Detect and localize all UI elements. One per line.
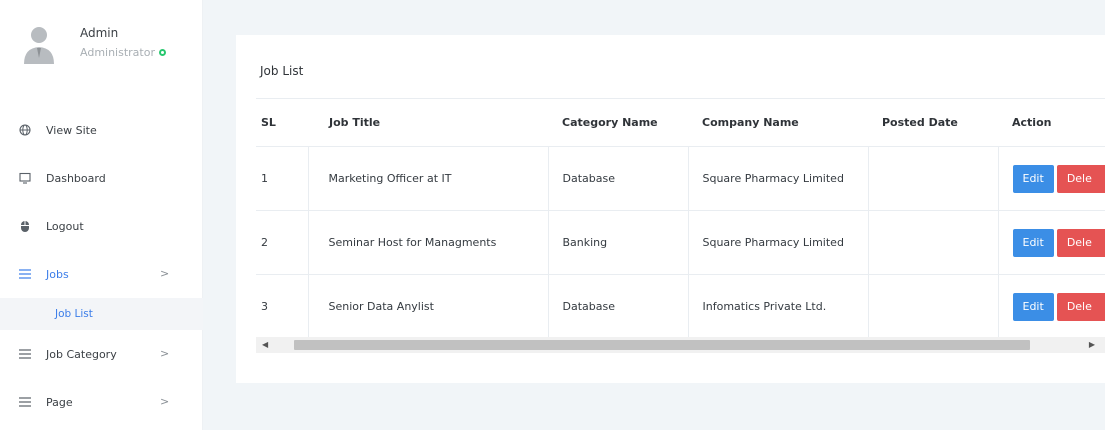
- column-header-company: Company Name: [688, 98, 868, 147]
- user-role-text: Administrator: [80, 46, 155, 59]
- globe-icon: [18, 123, 32, 137]
- cell-sl: 2: [256, 210, 308, 275]
- user-block: Admin Administrator: [22, 20, 202, 80]
- cell-category: Database: [547, 274, 688, 339]
- cell-action: Edit Dele: [997, 146, 1105, 211]
- cell-company: Square Pharmacy Limited: [687, 210, 868, 275]
- sidebar-item-jobs[interactable]: Jobs >: [0, 250, 203, 298]
- sidebar-item-dashboard[interactable]: Dashboard: [0, 154, 203, 202]
- mouse-icon: [18, 219, 32, 233]
- card-title: Job List: [260, 64, 304, 78]
- cell-posted-date: [867, 274, 998, 339]
- scrollbar-thumb[interactable]: [294, 340, 1030, 350]
- sidebar: Admin Administrator View Site Dashboard …: [0, 0, 203, 430]
- cell-job-title: Marketing Officer at IT: [307, 146, 548, 211]
- cell-company: Square Pharmacy Limited: [687, 146, 868, 211]
- online-status-icon: [159, 49, 166, 56]
- sidebar-item-label: View Site: [46, 123, 97, 137]
- list-icon: [18, 395, 32, 409]
- cell-category: Database: [547, 146, 688, 211]
- delete-button[interactable]: Dele: [1056, 228, 1105, 257]
- scroll-left-arrow-icon[interactable]: ◀: [262, 340, 268, 349]
- user-role: Administrator: [80, 46, 166, 59]
- sidebar-item-job-category[interactable]: Job Category >: [0, 330, 203, 378]
- sidebar-item-label: Logout: [46, 219, 84, 233]
- sidebar-item-label: Job Category: [46, 347, 117, 361]
- monitor-icon: [18, 171, 32, 185]
- cell-posted-date: [867, 146, 998, 211]
- chevron-right-icon: >: [160, 347, 170, 360]
- column-header-action: Action: [998, 98, 1105, 147]
- delete-button[interactable]: Dele: [1056, 164, 1105, 193]
- edit-button[interactable]: Edit: [1012, 228, 1054, 257]
- job-list-card: Job List SL Job Title Category Name Comp…: [236, 35, 1105, 383]
- table-row: 2 Seminar Host for Managments Banking Sq…: [256, 210, 1105, 275]
- cell-action: Edit Dele: [997, 274, 1105, 339]
- cell-job-title: Seminar Host for Managments: [307, 210, 548, 275]
- user-name: Admin: [80, 26, 119, 40]
- scroll-right-arrow-icon[interactable]: ▶: [1089, 340, 1095, 349]
- cell-action: Edit Dele: [997, 210, 1105, 275]
- horizontal-scrollbar[interactable]: ◀ ▶: [256, 337, 1105, 353]
- sidebar-nav: View Site Dashboard Logout Jobs > Job Li…: [0, 106, 203, 426]
- cell-sl: 3: [256, 274, 308, 339]
- column-header-category: Category Name: [548, 98, 688, 147]
- list-icon: [18, 267, 32, 281]
- column-header-posted-date: Posted Date: [868, 98, 998, 147]
- avatar: [24, 27, 54, 64]
- cell-category: Banking: [547, 210, 688, 275]
- cell-company: Infomatics Private Ltd.: [687, 274, 868, 339]
- column-header-sl: SL: [256, 98, 308, 147]
- sidebar-item-view-site[interactable]: View Site: [0, 106, 203, 154]
- delete-button[interactable]: Dele: [1056, 292, 1105, 321]
- cell-job-title: Senior Data Anylist: [307, 274, 548, 339]
- sidebar-item-label: Page: [46, 395, 73, 409]
- chevron-right-icon: >: [160, 267, 170, 280]
- cell-sl: 1: [256, 146, 308, 211]
- job-table: SL Job Title Category Name Company Name …: [256, 98, 1105, 339]
- sidebar-subitem-job-list[interactable]: Job List: [0, 298, 203, 330]
- list-icon: [18, 347, 32, 361]
- chevron-right-icon: >: [160, 395, 170, 408]
- sidebar-item-label: Jobs: [46, 267, 69, 281]
- sidebar-item-logout[interactable]: Logout: [0, 202, 203, 250]
- sidebar-item-label: Dashboard: [46, 171, 106, 185]
- sidebar-item-page[interactable]: Page >: [0, 378, 203, 426]
- table-row: 1 Marketing Officer at IT Database Squar…: [256, 146, 1105, 211]
- table-header-row: SL Job Title Category Name Company Name …: [256, 98, 1105, 147]
- edit-button[interactable]: Edit: [1012, 164, 1054, 193]
- edit-button[interactable]: Edit: [1012, 292, 1054, 321]
- table-row: 3 Senior Data Anylist Database Infomatic…: [256, 274, 1105, 339]
- column-header-job-title: Job Title: [308, 98, 548, 147]
- table-scroll-container: SL Job Title Category Name Company Name …: [256, 98, 1105, 355]
- cell-posted-date: [867, 210, 998, 275]
